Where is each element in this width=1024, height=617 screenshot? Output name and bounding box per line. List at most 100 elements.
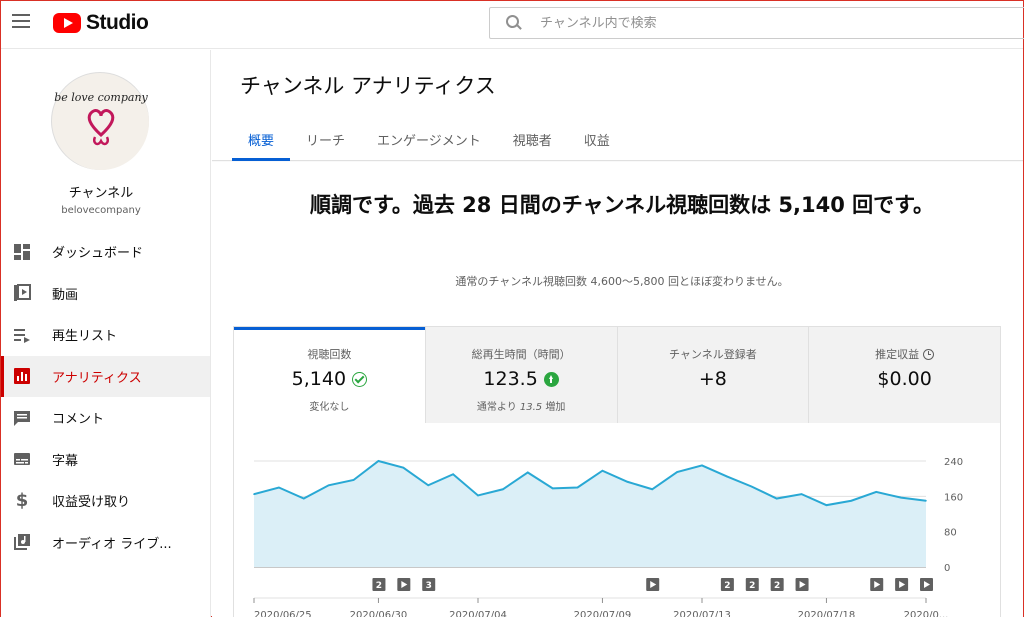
metric-subscribers[interactable]: チャンネル登録者 +8 bbox=[617, 327, 810, 423]
sidebar-item-label: 字幕 bbox=[52, 453, 79, 469]
chart-data-point bbox=[302, 497, 305, 500]
chart-data-point bbox=[551, 487, 554, 490]
sidebar-item-label: 再生リスト bbox=[52, 329, 118, 345]
chart-data-point bbox=[377, 460, 380, 462]
sidebar-item-subtitles[interactable]: 字幕 bbox=[1, 439, 210, 481]
chart-data-point bbox=[651, 488, 654, 491]
chart-data-point bbox=[825, 504, 828, 506]
overview-content: 順調です。過去 28 日間のチャンネル視聴回数は 5,140 回です。 通常のチ… bbox=[212, 162, 1023, 617]
audio-library-icon bbox=[12, 532, 32, 552]
tab-audience[interactable]: 視聴者 bbox=[497, 120, 568, 161]
video-icon bbox=[12, 283, 32, 303]
metric-subtext: 通常より 13.5 増加 bbox=[476, 402, 566, 413]
channel-handle: belovecompany bbox=[61, 205, 141, 216]
chart-data-point bbox=[253, 493, 255, 495]
avatar-logo-text: be love company bbox=[54, 91, 148, 104]
dollar-icon: $ bbox=[15, 490, 29, 512]
chart-y-tick-label: 240 bbox=[944, 457, 963, 468]
chart-data-point bbox=[327, 484, 330, 487]
metric-label: チャンネル登録者 bbox=[669, 348, 757, 361]
metric-subtext: 変化なし bbox=[309, 402, 350, 413]
summary-subline: 通常のチャンネル視聴回数 4,600～5,800 回とほぼ変わりません。 bbox=[455, 275, 789, 288]
chart-data-point bbox=[427, 484, 430, 487]
chart-data-point bbox=[502, 488, 504, 491]
chart-x-tick-label: 2020/07/18 bbox=[798, 610, 856, 617]
chart-data-point bbox=[750, 485, 753, 488]
chart-data-point bbox=[526, 471, 529, 474]
chart-area-fill bbox=[254, 461, 926, 567]
chart-x-tick-label: 2020/07/04 bbox=[449, 610, 507, 617]
marker-count-label: 2 bbox=[774, 581, 780, 591]
chart-data-point bbox=[676, 471, 678, 473]
chart-y-tick-label: 0 bbox=[944, 563, 950, 574]
youtube-logo-icon bbox=[53, 13, 81, 33]
metric-label: 視聴回数 bbox=[307, 348, 352, 361]
tab-engagement[interactable]: エンゲージメント bbox=[361, 120, 497, 161]
metric-revenue[interactable]: 推定収益 $0.00 bbox=[809, 327, 1000, 423]
chart-x-tick-label: 2020/06/25 bbox=[254, 610, 312, 617]
chart-data-point bbox=[850, 499, 853, 502]
clock-icon bbox=[923, 348, 935, 360]
chart-data-point bbox=[402, 466, 405, 469]
summary-headline: 順調です。過去 28 日間のチャンネル視聴回数は 5,140 回です。 bbox=[309, 193, 935, 217]
chart-data-point bbox=[452, 473, 454, 476]
chart-x-tick-label: 2020/06/30 bbox=[350, 610, 408, 617]
sidebar-item-label: オーディオ ライブ... bbox=[52, 536, 172, 552]
sidebar-item-label: 収益受け取り bbox=[52, 495, 131, 511]
studio-logo[interactable]: Studio bbox=[53, 11, 149, 35]
sidebar-item-audio-library[interactable]: オーディオ ライブ... bbox=[1, 522, 210, 564]
metric-tabs: 視聴回数 5,140 変化なし 総再生時間（時間） 123.5 通常より 13.… bbox=[234, 327, 1000, 423]
marker-count-label: 2 bbox=[749, 581, 755, 591]
metric-views[interactable]: 視聴回数 5,140 変化なし bbox=[234, 327, 426, 423]
chart-data-point bbox=[278, 486, 280, 489]
chart-x-tick-label: 2020/07/13 bbox=[673, 610, 731, 617]
views-chart: 240 160 80 0 2 3 2 2 2 2020/06/25 2020/06/30 2020/0… bbox=[234, 423, 1002, 617]
analytics-tabs: 概要 リーチ エンゲージメント 視聴者 収益 bbox=[232, 120, 626, 161]
metric-label: 推定収益 bbox=[809, 346, 1000, 362]
logo-text: Studio bbox=[86, 11, 149, 34]
metric-value: 123.5 bbox=[426, 368, 617, 390]
sidebar-item-videos[interactable]: 動画 bbox=[1, 273, 210, 315]
chart-svg: 240 160 80 0 2 3 2 2 2 2020/06/25 2020/06/30 2020/0… bbox=[253, 457, 963, 617]
arrow-up-icon bbox=[543, 371, 559, 387]
sidebar-item-monetization[interactable]: $ 収益受け取り bbox=[1, 480, 210, 522]
chart-data-point bbox=[900, 496, 902, 499]
sidebar: be love company チャンネル belovecompany ダッシュ… bbox=[1, 50, 211, 617]
marker-count-label: 2 bbox=[376, 581, 382, 591]
metric-value: $0.00 bbox=[877, 368, 932, 390]
channel-avatar[interactable]: be love company bbox=[51, 72, 149, 170]
search-icon[interactable] bbox=[506, 15, 522, 31]
chart-x-tick-label: 2020/0... bbox=[904, 610, 949, 617]
search-box[interactable] bbox=[489, 7, 1024, 39]
chart-data-point bbox=[601, 469, 604, 472]
chart-data-point bbox=[726, 475, 728, 478]
sidebar-item-label: ダッシュボード bbox=[52, 246, 144, 262]
metrics-card: 視聴回数 5,140 変化なし 総再生時間（時間） 123.5 通常より 13.… bbox=[233, 326, 1001, 617]
playlist-icon bbox=[12, 325, 32, 345]
chart-data-point bbox=[800, 493, 803, 495]
sidebar-item-playlists[interactable]: 再生リスト bbox=[1, 314, 210, 356]
sidebar-item-analytics[interactable]: アナリティクス bbox=[1, 355, 210, 397]
sidebar-item-comments[interactable]: コメント bbox=[1, 397, 210, 439]
metric-value: +8 bbox=[698, 368, 727, 390]
channel-name: チャンネル bbox=[68, 186, 134, 201]
tab-revenue[interactable]: 収益 bbox=[568, 120, 626, 161]
tab-overview[interactable]: 概要 bbox=[232, 120, 291, 161]
search-input[interactable] bbox=[540, 15, 960, 31]
chart-data-point bbox=[701, 464, 703, 467]
check-circle-icon bbox=[352, 371, 368, 387]
sidebar-item-dashboard[interactable]: ダッシュボード bbox=[1, 231, 210, 273]
avatar-logo-icon: be love company bbox=[53, 74, 149, 170]
hamburger-menu-icon[interactable] bbox=[12, 14, 30, 32]
sidebar-item-label: 動画 bbox=[52, 287, 79, 303]
chart-data-point bbox=[477, 494, 479, 497]
comment-icon bbox=[12, 408, 32, 428]
metric-value: 5,140 bbox=[234, 368, 425, 390]
sidebar-item-label: コメント bbox=[52, 412, 105, 428]
metric-label: 総再生時間（時間） bbox=[471, 348, 571, 361]
top-header: Studio bbox=[1, 1, 1024, 49]
metric-watch-time[interactable]: 総再生時間（時間） 123.5 通常より 13.5 増加 bbox=[425, 327, 618, 423]
tab-reach[interactable]: リーチ bbox=[290, 120, 361, 161]
main-area: チャンネル アナリティクス 概要 リーチ エンゲージメント 視聴者 収益 順調で… bbox=[212, 50, 1023, 617]
sidebar-nav: ダッシュボード 動画 再生リスト アナリティクス コメント 字幕 $ 収益受け取… bbox=[1, 231, 210, 563]
